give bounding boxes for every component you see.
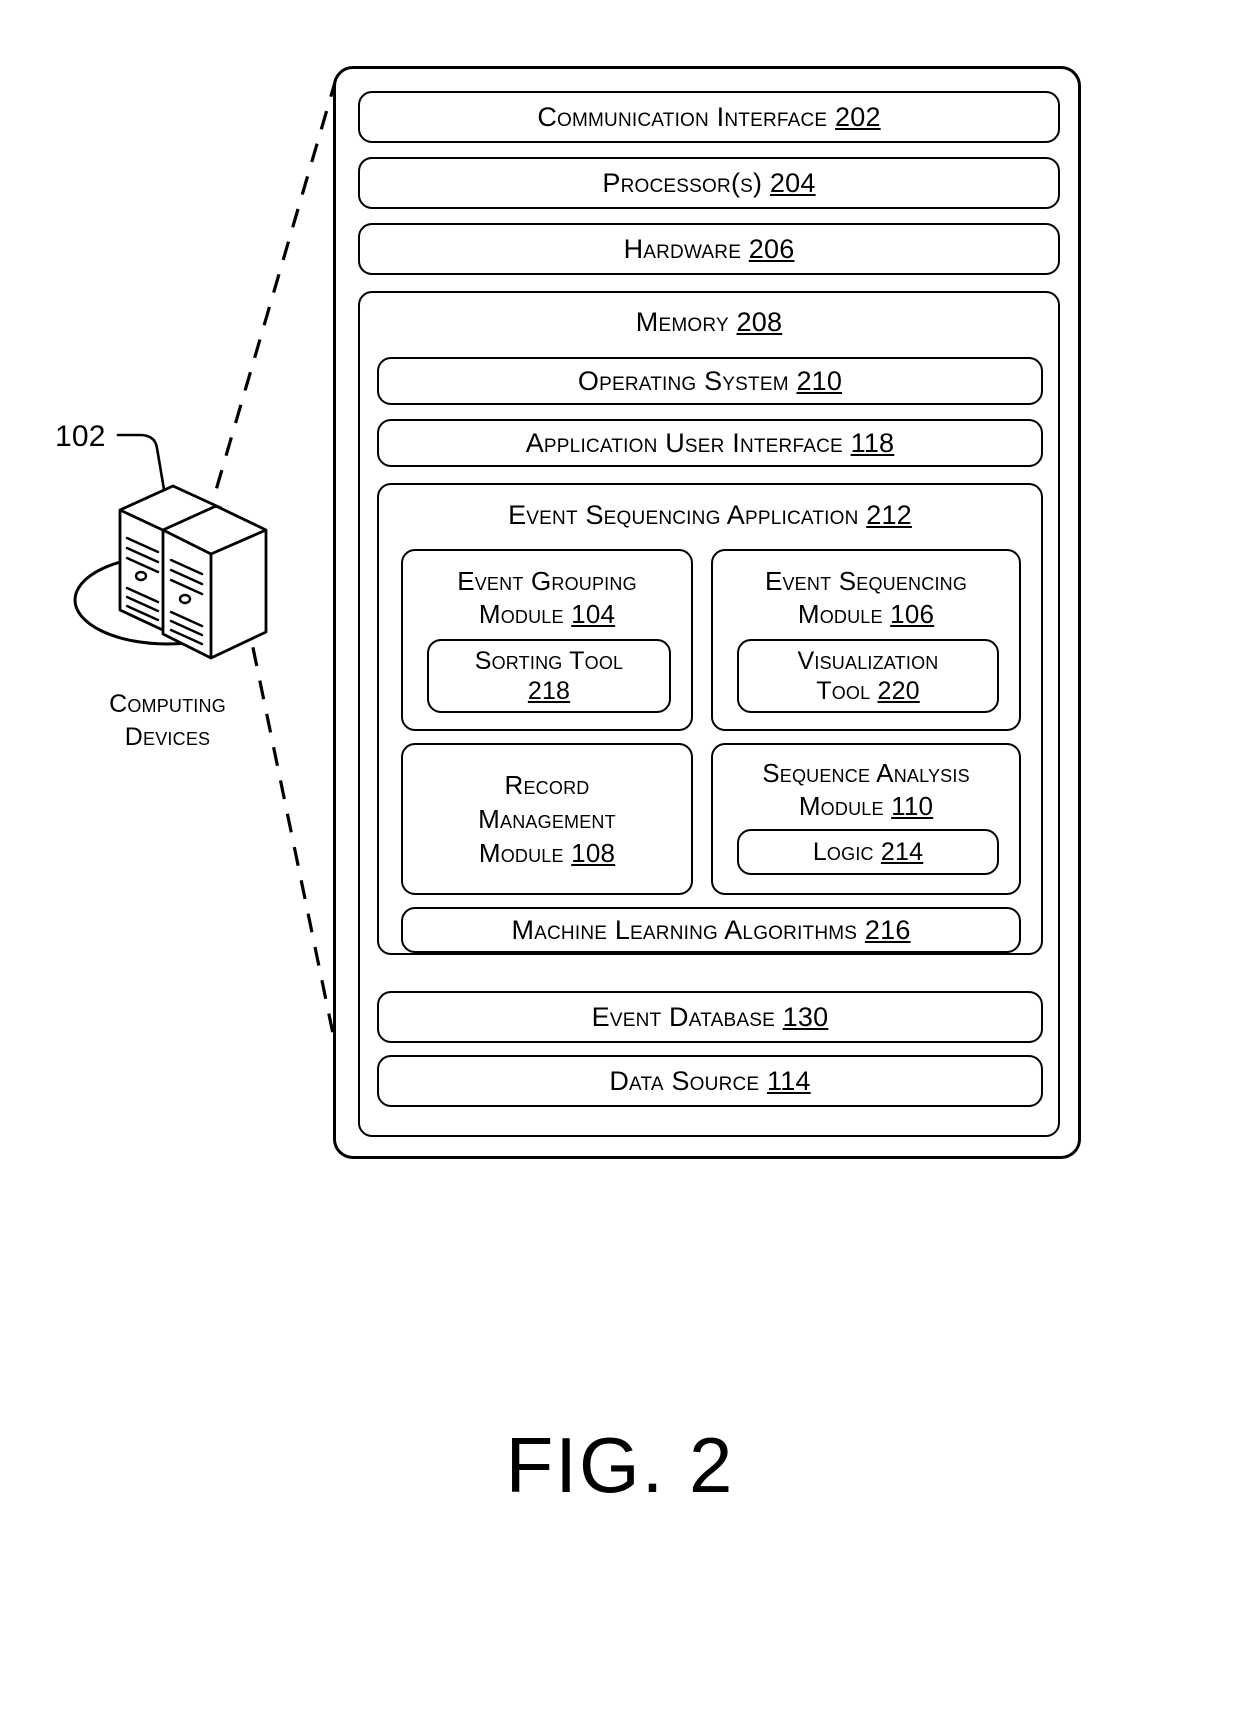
communication-interface-label: Communication Interface 202: [537, 101, 881, 132]
application-user-interface-box[interactable]: Application User Interface 118: [377, 419, 1043, 467]
processors-label: Processor(s) 204: [602, 167, 816, 198]
computing-devices-group: Computing Devices: [45, 420, 335, 760]
hardware-label: Hardware 206: [623, 233, 795, 264]
event-grouping-module-box[interactable]: Event Grouping Module 104 Sorting Tool 2…: [401, 549, 693, 731]
figure-caption: FIG. 2: [505, 1421, 735, 1509]
event-database-label: Event Database 130: [591, 1001, 829, 1032]
operating-system-box[interactable]: Operating System 210: [377, 357, 1043, 405]
server-tower-pair-icon: [73, 484, 268, 660]
computing-devices-caption-line1: Computing: [109, 690, 226, 718]
machine-learning-algorithms-box[interactable]: Machine Learning Algorithms 216: [401, 907, 1021, 953]
visualization-tool-label: Visualization Tool 220: [797, 647, 939, 705]
computing-devices-caption: Computing Devices: [45, 688, 290, 753]
operating-system-label: Operating System 210: [577, 365, 843, 396]
processors-box[interactable]: Processor(s) 204: [358, 157, 1060, 209]
logic-box[interactable]: Logic 214: [737, 829, 999, 875]
computing-device-chassis: Communication Interface 202 Processor(s)…: [333, 66, 1081, 1159]
machine-learning-algorithms-label: Machine Learning Algorithms 216: [511, 914, 911, 945]
record-management-module-label: Record Management Module 108: [478, 769, 616, 869]
communication-interface-box[interactable]: Communication Interface 202: [358, 91, 1060, 143]
memory-label: Memory 208: [635, 307, 783, 337]
event-sequencing-application-label: Event Sequencing Application 212: [508, 500, 912, 530]
memory-box[interactable]: Memory 208 Operating System 210 Applicat…: [358, 291, 1060, 1137]
sorting-tool-box[interactable]: Sorting Tool 218: [427, 639, 671, 713]
event-sequencing-application-box[interactable]: Event Sequencing Application 212 Event G…: [377, 483, 1043, 955]
computing-devices-caption-line2: Devices: [124, 722, 211, 751]
sequence-analysis-module-label: Sequence Analysis Module 110: [762, 758, 970, 821]
record-management-module-box[interactable]: Record Management Module 108: [401, 743, 693, 895]
event-sequencing-module-label: Event Sequencing Module 106: [764, 566, 968, 629]
visualization-tool-box[interactable]: Visualization Tool 220: [737, 639, 999, 713]
application-user-interface-label: Application User Interface 118: [525, 427, 895, 458]
logic-label: Logic 214: [812, 838, 924, 866]
event-sequencing-module-box[interactable]: Event Sequencing Module 106 Visualizatio…: [711, 549, 1021, 731]
hardware-box[interactable]: Hardware 206: [358, 223, 1060, 275]
event-grouping-module-label: Event Grouping Module 104: [457, 566, 637, 629]
data-source-box[interactable]: Data Source 114: [377, 1055, 1043, 1107]
sequence-analysis-module-box[interactable]: Sequence Analysis Module 110 Logic 214: [711, 743, 1021, 895]
data-source-label: Data Source 114: [609, 1065, 811, 1096]
event-database-box[interactable]: Event Database 130: [377, 991, 1043, 1043]
sorting-tool-label: Sorting Tool 218: [474, 647, 624, 705]
